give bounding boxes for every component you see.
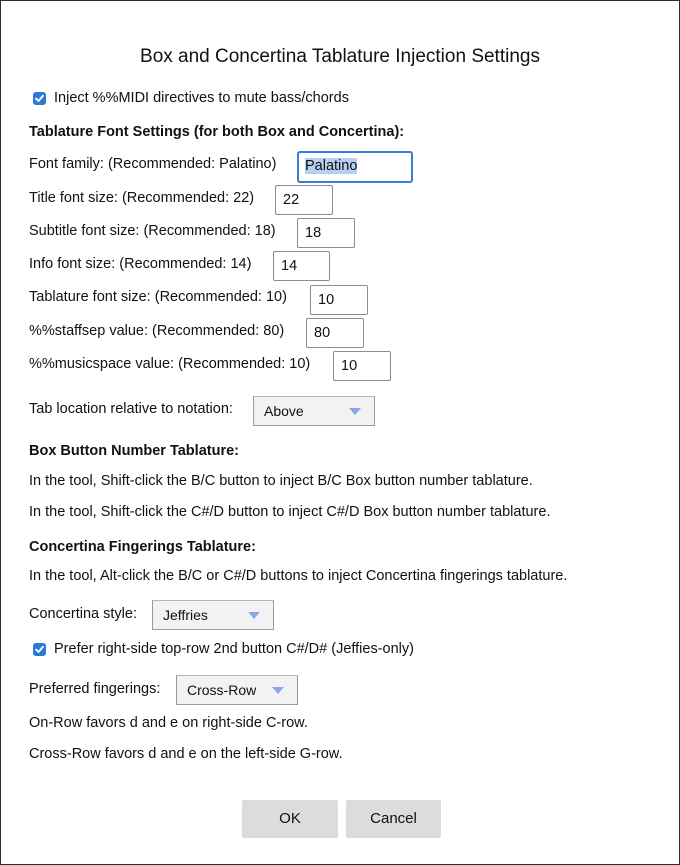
tab-font-size-input[interactable]: 10 — [310, 285, 368, 315]
dialog-title: Box and Concertina Tablature Injection S… — [140, 46, 540, 67]
midi-mute-label: Inject %%MIDI directives to mute bass/ch… — [54, 90, 349, 106]
prefer-csd-label: Prefer right-side top-row 2nd button C#/… — [54, 641, 414, 657]
concertina-style-select[interactable]: Jeffries — [152, 600, 274, 630]
cancel-button[interactable]: Cancel — [346, 800, 441, 838]
font-settings-heading: Tablature Font Settings (for both Box an… — [29, 124, 405, 140]
musicspace-input[interactable]: 10 — [333, 351, 391, 381]
staffsep-label: %%staffsep value: (Recommended: 80) — [29, 323, 285, 339]
prefer-csd-checkbox[interactable] — [33, 643, 46, 656]
subtitle-font-size-input[interactable]: 18 — [297, 218, 355, 248]
title-font-size-input[interactable]: 22 — [275, 185, 333, 215]
checkmark-icon — [35, 645, 44, 653]
tab-location-label: Tab location relative to notation: — [29, 401, 233, 417]
chevron-down-icon — [349, 408, 361, 415]
title-font-size-label: Title font size: (Recommended: 22) — [29, 190, 255, 206]
concertina-style-value: Jeffries — [163, 607, 208, 623]
fingerings-select[interactable]: Cross-Row — [176, 675, 298, 705]
font-family-label: Font family: (Recommended: Palatino) — [29, 156, 277, 172]
font-family-value: Palatino — [305, 158, 358, 174]
info-font-size-input[interactable]: 14 — [273, 251, 330, 281]
fingerings-label: Preferred fingerings: — [29, 681, 161, 697]
box-heading: Box Button Number Tablature: — [29, 443, 239, 459]
chevron-down-icon — [272, 687, 284, 694]
staffsep-input[interactable]: 80 — [306, 318, 364, 348]
info-font-size-label: Info font size: (Recommended: 14) — [29, 256, 252, 272]
concertina-heading: Concertina Fingerings Tablature: — [29, 539, 256, 555]
fingerings-value: Cross-Row — [187, 682, 257, 698]
box-instruction-bc: In the tool, Shift-click the B/C button … — [29, 473, 533, 489]
musicspace-label: %%musicspace value: (Recommended: 10) — [29, 356, 311, 372]
concertina-instruction: In the tool, Alt-click the B/C or C#/D b… — [29, 568, 568, 584]
tab-font-size-label: Tablature font size: (Recommended: 10) — [29, 289, 287, 305]
subtitle-font-size-label: Subtitle font size: (Recommended: 18) — [29, 223, 276, 239]
checkmark-icon — [35, 94, 44, 102]
crossrow-note: Cross-Row favors d and e on the left-sid… — [29, 746, 343, 762]
concertina-style-label: Concertina style: — [29, 606, 137, 622]
box-instruction-csd: In the tool, Shift-click the C#/D button… — [29, 504, 551, 520]
font-family-input[interactable]: Palatino — [297, 151, 413, 183]
tab-location-select[interactable]: Above — [253, 396, 375, 426]
ok-button[interactable]: OK — [242, 800, 338, 838]
chevron-down-icon — [248, 612, 260, 619]
midi-mute-checkbox[interactable] — [33, 92, 46, 105]
onrow-note: On-Row favors d and e on right-side C-ro… — [29, 715, 308, 731]
settings-dialog: Box and Concertina Tablature Injection S… — [0, 0, 680, 865]
tab-location-value: Above — [264, 403, 304, 419]
